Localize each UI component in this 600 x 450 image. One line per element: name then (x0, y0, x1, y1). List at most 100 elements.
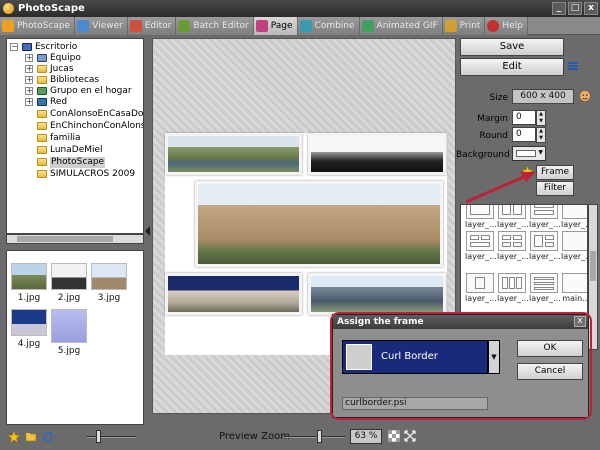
tab-label: PhotoScape (17, 21, 71, 31)
template-label: layer_... (529, 252, 561, 261)
folder-open-icon[interactable] (25, 431, 37, 443)
frame-template-item[interactable]: layer_... (465, 273, 497, 303)
tab-print[interactable]: Print (442, 17, 486, 35)
thumbnail-panel: 1.jpg 2.jpg 3.jpg 4.jpg 5.jpg (6, 250, 144, 425)
viewer-icon (77, 20, 90, 32)
preview-zoom-label: Preview Zoom (219, 431, 290, 442)
edit-button[interactable]: Edit (460, 58, 564, 76)
checker-background-icon[interactable] (388, 430, 400, 442)
frame-template-item[interactable]: layer_... (529, 273, 561, 303)
frame-select[interactable]: Curl Border (342, 340, 488, 374)
tab-batch-editor[interactable]: Batch Editor (176, 17, 254, 35)
window-title: PhotoScape (18, 3, 85, 14)
photo-cell[interactable] (308, 273, 446, 315)
background-label: Background (456, 150, 510, 160)
photo-cell[interactable] (195, 181, 443, 267)
folder-tree[interactable]: − Escritorio + Equipo + Jucas + Bibliote… (6, 38, 144, 234)
frame-template-item[interactable]: layer_... (465, 231, 497, 261)
round-spinner[interactable]: ▲ ▼ (536, 127, 546, 143)
slider-handle[interactable] (317, 430, 322, 443)
expand-icon[interactable]: + (25, 87, 33, 95)
tab-viewer[interactable]: Viewer (75, 17, 128, 35)
frame-template-item[interactable]: layer_... (497, 273, 529, 303)
frame-list-scrollbar[interactable] (588, 204, 598, 350)
size-field[interactable]: 600 x 400 (512, 89, 574, 104)
photo-cell[interactable] (165, 273, 302, 315)
tree-horizontal-scrollbar[interactable] (6, 234, 144, 244)
preview-zoom-slider[interactable] (284, 436, 346, 438)
ok-button[interactable]: OK (517, 340, 583, 357)
expand-icon[interactable]: + (25, 98, 33, 106)
template-preview (562, 205, 587, 219)
margin-field[interactable]: 0 (512, 110, 536, 125)
maximize-button[interactable]: □ (568, 2, 582, 15)
tab-photoscape[interactable]: PhotoScape (0, 17, 76, 35)
arrow-left-icon[interactable] (145, 226, 151, 236)
thumbnail-image (91, 263, 127, 290)
list-menu-icon[interactable] (567, 60, 579, 72)
template-label: layer_... (529, 220, 561, 229)
scrollbar-thumb[interactable] (17, 236, 113, 242)
template-preview (530, 273, 558, 293)
collapse-icon[interactable]: − (10, 43, 18, 51)
frame-template-item[interactable]: layer_... (529, 231, 561, 261)
library-icon (37, 76, 47, 84)
refresh-icon[interactable] (42, 431, 54, 443)
scrollbar-thumb[interactable] (590, 251, 596, 281)
fullscreen-icon[interactable] (404, 430, 416, 442)
frame-template-item[interactable]: layer_... (497, 231, 529, 261)
tree-label: ConAlonsoEnCasaDom (50, 109, 144, 119)
tab-page[interactable]: Page (253, 17, 298, 35)
margin-spinner[interactable]: ▲ ▼ (536, 110, 546, 126)
save-button[interactable]: Save (460, 38, 564, 56)
template-label: layer_... (561, 220, 588, 229)
thumbnail-item[interactable]: 1.jpg (11, 263, 47, 303)
template-label: layer_... (465, 220, 497, 229)
folder-icon (37, 170, 47, 178)
minimize-button[interactable]: _ (552, 2, 566, 15)
frame-template-item[interactable]: main... (561, 273, 587, 303)
tree-label: Jucas (50, 64, 74, 74)
thumbnail-image (11, 263, 47, 290)
thumbnail-item[interactable]: 2.jpg (51, 263, 87, 303)
frame-template-item[interactable]: layer_... (561, 231, 587, 261)
color-swatch (516, 150, 536, 157)
frame-template-item[interactable]: layer_... (561, 205, 588, 229)
expand-icon[interactable]: + (25, 65, 33, 73)
round-field[interactable]: 0 (512, 127, 536, 142)
tab-animated-gif[interactable]: Animated GIF (359, 17, 443, 35)
slider-handle[interactable] (96, 430, 101, 443)
template-label: layer_... (465, 294, 497, 303)
expand-icon[interactable]: + (25, 76, 33, 84)
close-button[interactable]: x (584, 2, 598, 15)
tab-bar: PhotoScape Viewer Editor Batch Editor Pa… (0, 17, 600, 35)
expand-icon[interactable]: + (25, 54, 33, 62)
photo-cell[interactable] (165, 133, 302, 175)
chevron-down-icon[interactable]: ▼ (488, 340, 500, 374)
tab-combine[interactable]: Combine (297, 17, 360, 35)
thumbnail-size-slider[interactable] (86, 436, 136, 438)
frame-button[interactable]: Frame (536, 165, 574, 180)
thumbnail-label: 2.jpg (57, 293, 81, 303)
thumbnail-item[interactable]: 4.jpg (11, 309, 47, 349)
tab-help[interactable]: Help (485, 17, 528, 35)
left-bottom-toolbar (0, 426, 150, 450)
tab-label: Help (502, 21, 523, 31)
preview-zoom-bar: Preview Zoom 63 % (152, 426, 456, 450)
panel-splitter[interactable] (144, 38, 152, 426)
batch-editor-icon (178, 20, 191, 32)
photo-cell[interactable] (308, 133, 446, 175)
thumbnail-label: 1.jpg (17, 293, 41, 303)
thumbnail-item[interactable]: 3.jpg (91, 263, 127, 303)
tab-editor[interactable]: Editor (127, 17, 177, 35)
template-preview (498, 231, 526, 251)
person-icon[interactable] (579, 90, 591, 102)
cancel-button[interactable]: Cancel (517, 363, 583, 380)
star-icon[interactable] (8, 431, 20, 443)
thumbnail-item-selected[interactable]: 5.jpg (51, 309, 87, 356)
zoom-percent-field[interactable]: 63 % (350, 429, 382, 444)
dialog-close-button[interactable]: x (574, 316, 586, 327)
background-color-picker[interactable]: ▼ (512, 146, 546, 161)
frame-selected-value: Curl Border (381, 351, 438, 362)
filter-button[interactable]: Filter (536, 181, 574, 196)
